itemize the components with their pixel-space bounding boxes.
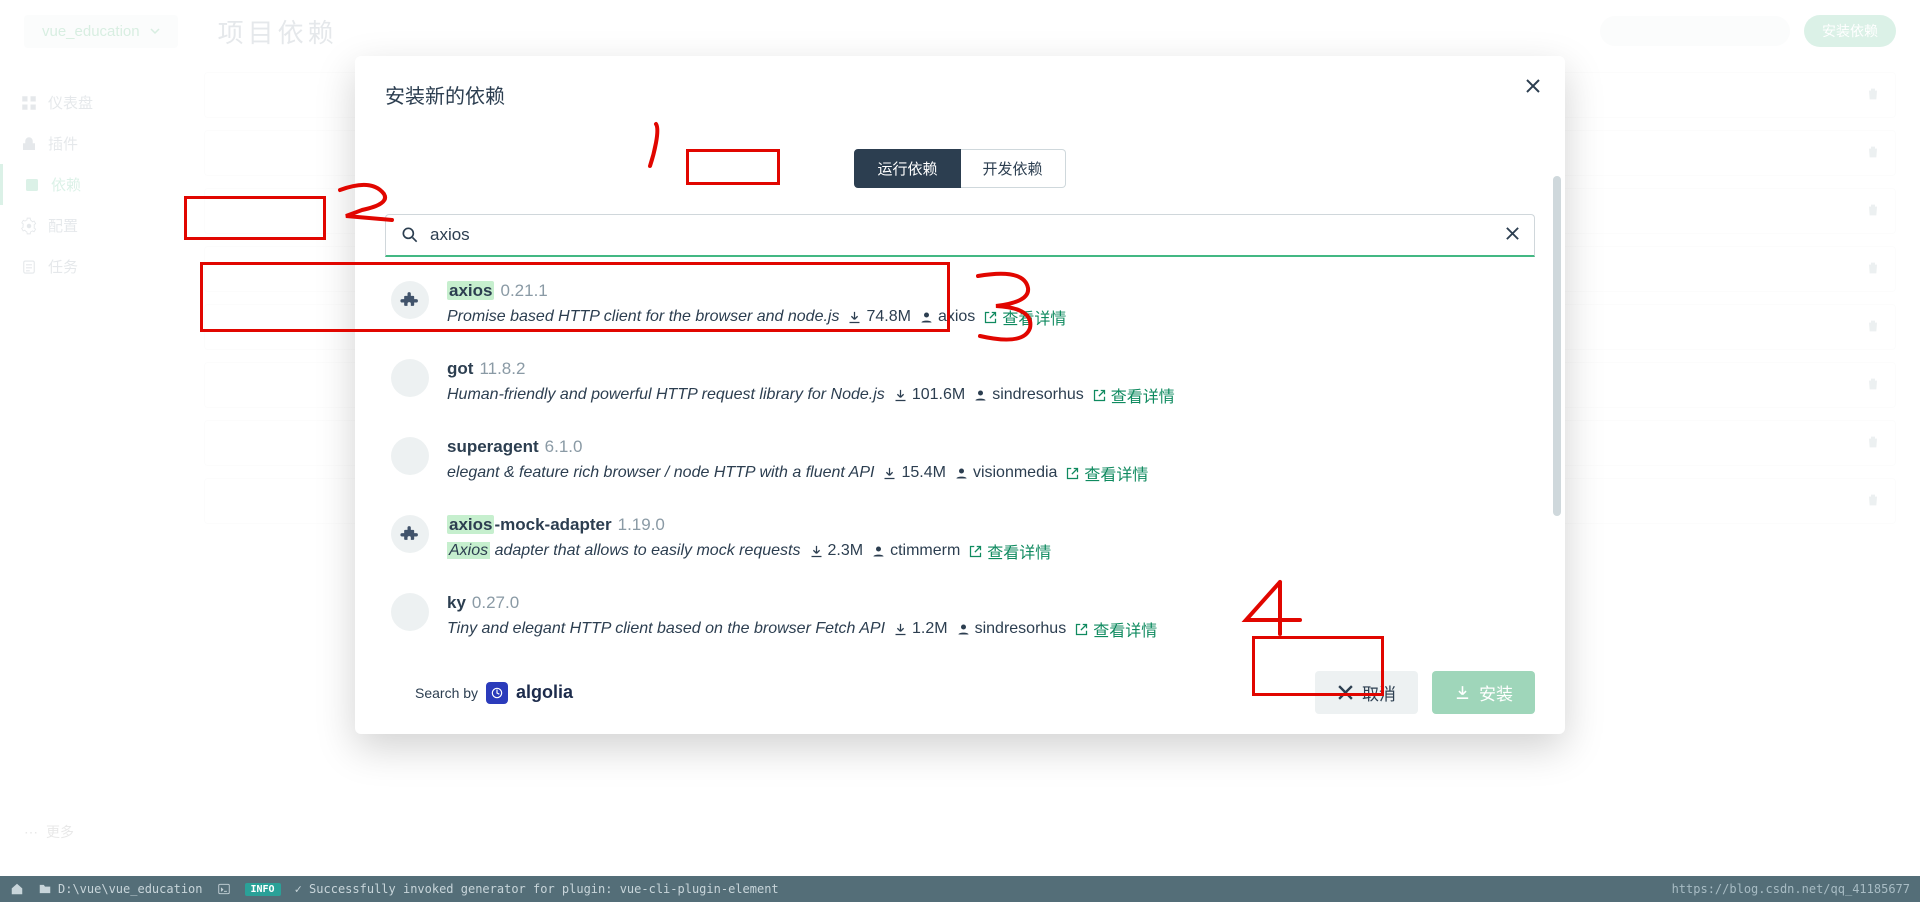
algolia-credit: Search by algolia — [415, 682, 573, 704]
result-row[interactable]: got 11.8.2 Human-friendly and powerful HTT… — [385, 345, 1529, 423]
owner-meta: visionmedia — [954, 464, 1057, 482]
package-name: axios — [447, 281, 494, 300]
install-button[interactable]: 安装 — [1432, 671, 1535, 714]
result-row[interactable]: axios 0.21.1 Promise based HTTP client for… — [385, 267, 1529, 345]
result-row[interactable]: superagent 6.1.0 elegant & feature rich br… — [385, 423, 1529, 501]
modal-overlay: 安装新的依赖 运行依赖 开发依赖 axios 0.21.1 Promise base… — [0, 0, 1920, 902]
search-container — [385, 214, 1535, 257]
result-row[interactable]: axios-mock-adapter 1.19.0 Axios adapter th… — [385, 501, 1529, 579]
package-version: 6.1.0 — [545, 437, 583, 456]
package-version: 0.27.0 — [472, 593, 519, 612]
owner-meta: sindresorhus — [956, 620, 1067, 638]
package-description: Axios adapter that allows to easily mock… — [447, 542, 801, 560]
package-description: Human-friendly and powerful HTTP request… — [447, 386, 885, 404]
package-version: 1.19.0 — [618, 515, 665, 534]
search-input[interactable] — [430, 225, 1494, 245]
algolia-icon — [486, 682, 508, 704]
package-description: Tiny and elegant HTTP client based on th… — [447, 620, 885, 638]
view-detail-link[interactable]: 查看详情 — [1092, 383, 1175, 407]
terminal-icon[interactable] — [217, 882, 231, 896]
owner-meta: sindresorhus — [973, 386, 1084, 404]
modal-title: 安装新的依赖 — [385, 80, 1535, 109]
package-name: got — [447, 359, 473, 378]
status-path[interactable]: D:\vue\vue_education — [38, 882, 203, 896]
modal-scrollbar[interactable] — [1553, 176, 1561, 516]
tab-dev-deps[interactable]: 开发依赖 — [961, 149, 1066, 188]
package-name: axios-mock-adapter — [447, 515, 612, 534]
package-version: 11.8.2 — [479, 359, 525, 378]
view-detail-link[interactable]: 查看详情 — [1074, 617, 1157, 641]
package-description: elegant & feature rich browser / node HT… — [447, 464, 874, 482]
package-icon — [391, 359, 429, 397]
view-detail-link[interactable]: 查看详情 — [1065, 461, 1148, 485]
view-detail-link[interactable]: 查看详情 — [968, 539, 1051, 563]
package-icon — [391, 437, 429, 475]
owner-meta: axios — [919, 308, 975, 326]
status-url: https://blog.csdn.net/qq_41185677 — [1672, 882, 1910, 896]
modal-footer: Search by algolia 取消 安装 — [385, 671, 1535, 714]
downloads-meta: 74.8M — [847, 308, 910, 326]
status-bar: D:\vue\vue_education INFO ✓ Successfully… — [0, 876, 1920, 902]
status-tag: INFO — [245, 883, 281, 896]
search-results: axios 0.21.1 Promise based HTTP client for… — [385, 267, 1535, 655]
downloads-meta: 101.6M — [893, 386, 965, 404]
view-detail-link[interactable]: 查看详情 — [983, 305, 1066, 329]
install-dependency-modal: 安装新的依赖 运行依赖 开发依赖 axios 0.21.1 Promise base… — [355, 56, 1565, 734]
package-icon — [391, 281, 429, 319]
tab-runtime-deps[interactable]: 运行依赖 — [854, 149, 960, 188]
close-icon[interactable] — [1525, 78, 1541, 97]
downloads-meta: 1.2M — [893, 620, 948, 638]
package-version: 0.21.1 — [500, 281, 547, 300]
package-name: superagent — [447, 437, 539, 456]
downloads-meta: 2.3M — [809, 542, 864, 560]
dependency-type-tabs: 运行依赖 开发依赖 — [385, 149, 1535, 188]
search-icon — [400, 225, 420, 248]
package-name: ky — [447, 593, 466, 612]
result-row[interactable]: ky 0.27.0 Tiny and elegant HTTP client bas… — [385, 579, 1529, 655]
clear-icon[interactable] — [1505, 226, 1520, 244]
home-icon[interactable] — [10, 882, 24, 896]
downloads-meta: 15.4M — [882, 464, 945, 482]
package-description: Promise based HTTP client for the browse… — [447, 308, 839, 326]
package-icon — [391, 515, 429, 553]
cancel-button[interactable]: 取消 — [1315, 671, 1418, 714]
status-message: ✓ Successfully invoked generator for plu… — [295, 882, 779, 896]
owner-meta: ctimmerm — [871, 542, 960, 560]
package-icon — [391, 593, 429, 631]
